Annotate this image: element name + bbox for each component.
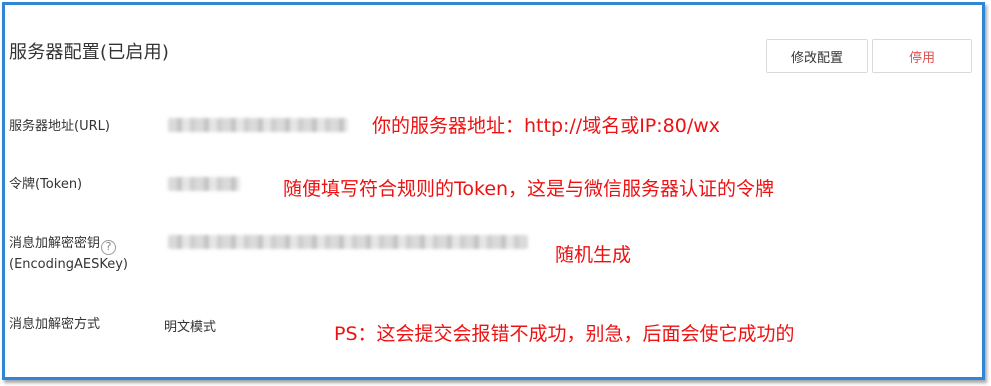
url-label: 服务器地址(URL): [9, 119, 110, 134]
aes-key-label: 消息加解密密钥? (EncodingAESKey): [9, 234, 128, 275]
aes-key-value-redacted: [168, 235, 528, 249]
encryption-mode-label: 消息加解密方式: [9, 317, 101, 332]
url-value-redacted: [168, 118, 348, 132]
ps-annotation: PS：这会提交会报错不成功，别急，后面会使它成功的: [334, 323, 795, 345]
url-annotation: 你的服务器地址：http://域名或IP:80/wx: [372, 115, 721, 137]
token-label: 令牌(Token): [9, 177, 83, 192]
disable-button[interactable]: 停用: [872, 39, 972, 73]
encryption-mode-value: 明文模式: [164, 320, 217, 335]
aes-key-annotation: 随机生成: [555, 244, 632, 266]
panel-title: 服务器配置(已启用): [9, 42, 170, 63]
edit-config-button[interactable]: 修改配置: [766, 39, 868, 73]
aes-key-label-line2: (EncodingAESKey): [9, 256, 128, 272]
token-value-redacted: [168, 177, 240, 191]
aes-key-label-line1: 消息加解密密钥: [9, 236, 101, 251]
question-circle-icon[interactable]: ?: [101, 239, 117, 255]
token-annotation: 随便填写符合规则的Token，这是与微信服务器认证的令牌: [283, 178, 775, 200]
